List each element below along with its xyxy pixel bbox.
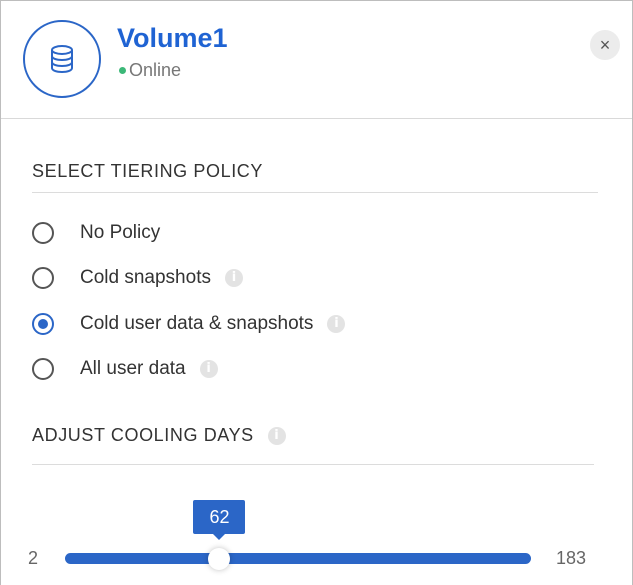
volume-icon-circle <box>23 20 101 98</box>
radio-button[interactable] <box>32 267 54 289</box>
volume-title: Volume1 <box>117 23 228 53</box>
close-icon: × <box>599 34 611 55</box>
cooling-days-heading: ADJUST COOLING DAYS i <box>32 425 286 446</box>
cooling-days-slider-thumb[interactable] <box>208 548 231 570</box>
radio-label: No Policy <box>80 222 161 243</box>
volume-status: Online <box>119 60 181 81</box>
slider-value-tooltip: 62 <box>193 500 246 540</box>
tiering-divider <box>32 192 598 193</box>
database-icon <box>51 45 73 74</box>
slider-min-label: 2 <box>28 548 39 568</box>
radio-option-cold-user-data-snapshots[interactable]: Cold user data & snapshots i <box>32 311 346 337</box>
tiering-policy-heading: SELECT TIERING POLICY <box>32 161 263 181</box>
info-icon[interactable]: i <box>224 269 243 287</box>
info-icon[interactable]: i <box>327 315 346 333</box>
cooling-days-title: ADJUST COOLING DAYS <box>32 425 254 445</box>
radio-button[interactable] <box>32 313 54 335</box>
status-dot-icon <box>119 67 126 74</box>
info-icon[interactable]: i <box>267 426 286 445</box>
slider-max-label: 183 <box>556 548 587 568</box>
radio-button[interactable] <box>32 222 54 244</box>
status-text: Online <box>129 60 182 80</box>
tiering-panel: Volume1 Online × SELECT TIERING POLICY N… <box>0 0 633 585</box>
close-button[interactable]: × <box>590 30 620 60</box>
radio-label: All user data <box>80 358 186 379</box>
panel-header: Volume1 Online × <box>1 1 632 119</box>
radio-option-no-policy[interactable]: No Policy <box>32 220 160 246</box>
radio-button[interactable] <box>32 358 54 380</box>
radio-label: Cold user data & snapshots <box>80 313 314 334</box>
radio-option-cold-snapshots[interactable]: Cold snapshots i <box>32 265 243 291</box>
radio-label: Cold snapshots <box>80 267 211 288</box>
cooling-divider <box>32 464 594 465</box>
info-icon[interactable]: i <box>199 360 218 378</box>
cooling-days-slider-track[interactable] <box>65 553 531 564</box>
radio-option-all-user-data[interactable]: All user data i <box>32 356 218 382</box>
